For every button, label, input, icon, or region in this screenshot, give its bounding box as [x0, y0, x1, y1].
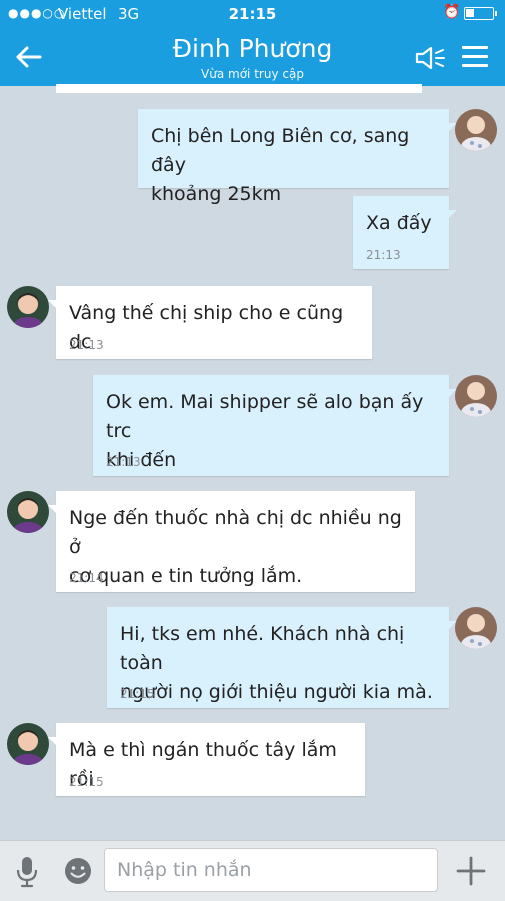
menu-button[interactable] — [462, 46, 488, 68]
contact-avatar[interactable] — [7, 723, 49, 765]
chat-header: ●●●○○ Viettel 3G 21:15 ⏰ Đinh Phương Vừa… — [0, 0, 505, 86]
message-time: 21:13 — [106, 455, 141, 469]
message-text: cơ quan e tin tưởng lắm. — [69, 565, 303, 587]
microphone-button[interactable] — [14, 855, 40, 889]
microphone-icon — [16, 857, 38, 888]
message-text: Hi, tks em nhé. Khách nhà chị toàn — [120, 623, 405, 674]
emoji-button[interactable] — [63, 856, 93, 886]
message-time: 21:15 — [69, 775, 104, 789]
message-time: 21:15 — [120, 687, 155, 701]
message-input[interactable] — [104, 848, 438, 892]
message-text: Chị bên Long Biên cơ, sang đây — [151, 125, 410, 176]
outgoing-message[interactable]: Ok em. Mai shipper sẽ alo bạn ấy trc khi… — [93, 375, 457, 476]
message-time: 21:13 — [69, 338, 104, 352]
speaker-icon — [415, 46, 445, 70]
battery-tip — [495, 11, 497, 16]
attach-button[interactable] — [456, 856, 486, 886]
contact-avatar[interactable] — [7, 491, 49, 533]
plus-icon — [456, 856, 486, 886]
message-text: khi đến — [106, 449, 177, 471]
emoji-icon — [65, 858, 91, 884]
message-time: 21:14 — [69, 571, 104, 585]
contact-avatar[interactable] — [7, 286, 49, 328]
message-text: Nge đến thuốc nhà chị dc nhiều ng ở — [69, 507, 402, 558]
outgoing-message[interactable]: Xa đấy 21:13 — [353, 196, 457, 269]
status-bar: ●●●○○ Viettel 3G 21:15 ⏰ — [0, 0, 505, 28]
alarm-clock-icon: ⏰ — [443, 4, 461, 20]
my-avatar[interactable] — [455, 375, 497, 417]
message-time: 21:13 — [366, 248, 401, 262]
my-avatar[interactable] — [455, 607, 497, 649]
battery-icon — [464, 7, 494, 20]
my-avatar[interactable] — [455, 109, 497, 151]
message-text: Mà e thì ngán thuốc tây lắm rồi — [69, 739, 337, 790]
outgoing-message[interactable]: Hi, tks em nhé. Khách nhà chị toàn người… — [107, 607, 457, 708]
incoming-message[interactable]: Nge đến thuốc nhà chị dc nhiều ng ở cơ q… — [48, 491, 415, 592]
incoming-message[interactable]: Vâng thế chị ship cho e cũng dc 21:13 — [48, 286, 372, 359]
message-text: Xa đấy — [366, 212, 432, 234]
previous-message-edge — [56, 84, 422, 93]
message-text: người nọ giới thiệu người kia mà. — [120, 681, 433, 703]
message-input-bar — [0, 840, 505, 901]
outgoing-message[interactable]: Chị bên Long Biên cơ, sang đây khoảng 25… — [138, 109, 457, 205]
message-text: Ok em. Mai shipper sẽ alo bạn ấy trc — [106, 391, 424, 442]
status-time: 21:15 — [228, 5, 277, 23]
hamburger-menu-icon — [462, 46, 488, 49]
incoming-message[interactable]: Mà e thì ngán thuốc tây lắm rồi 21:15 — [48, 723, 365, 796]
speaker-button[interactable] — [414, 44, 448, 72]
message-text: Vâng thế chị ship cho e cũng dc — [69, 302, 344, 353]
